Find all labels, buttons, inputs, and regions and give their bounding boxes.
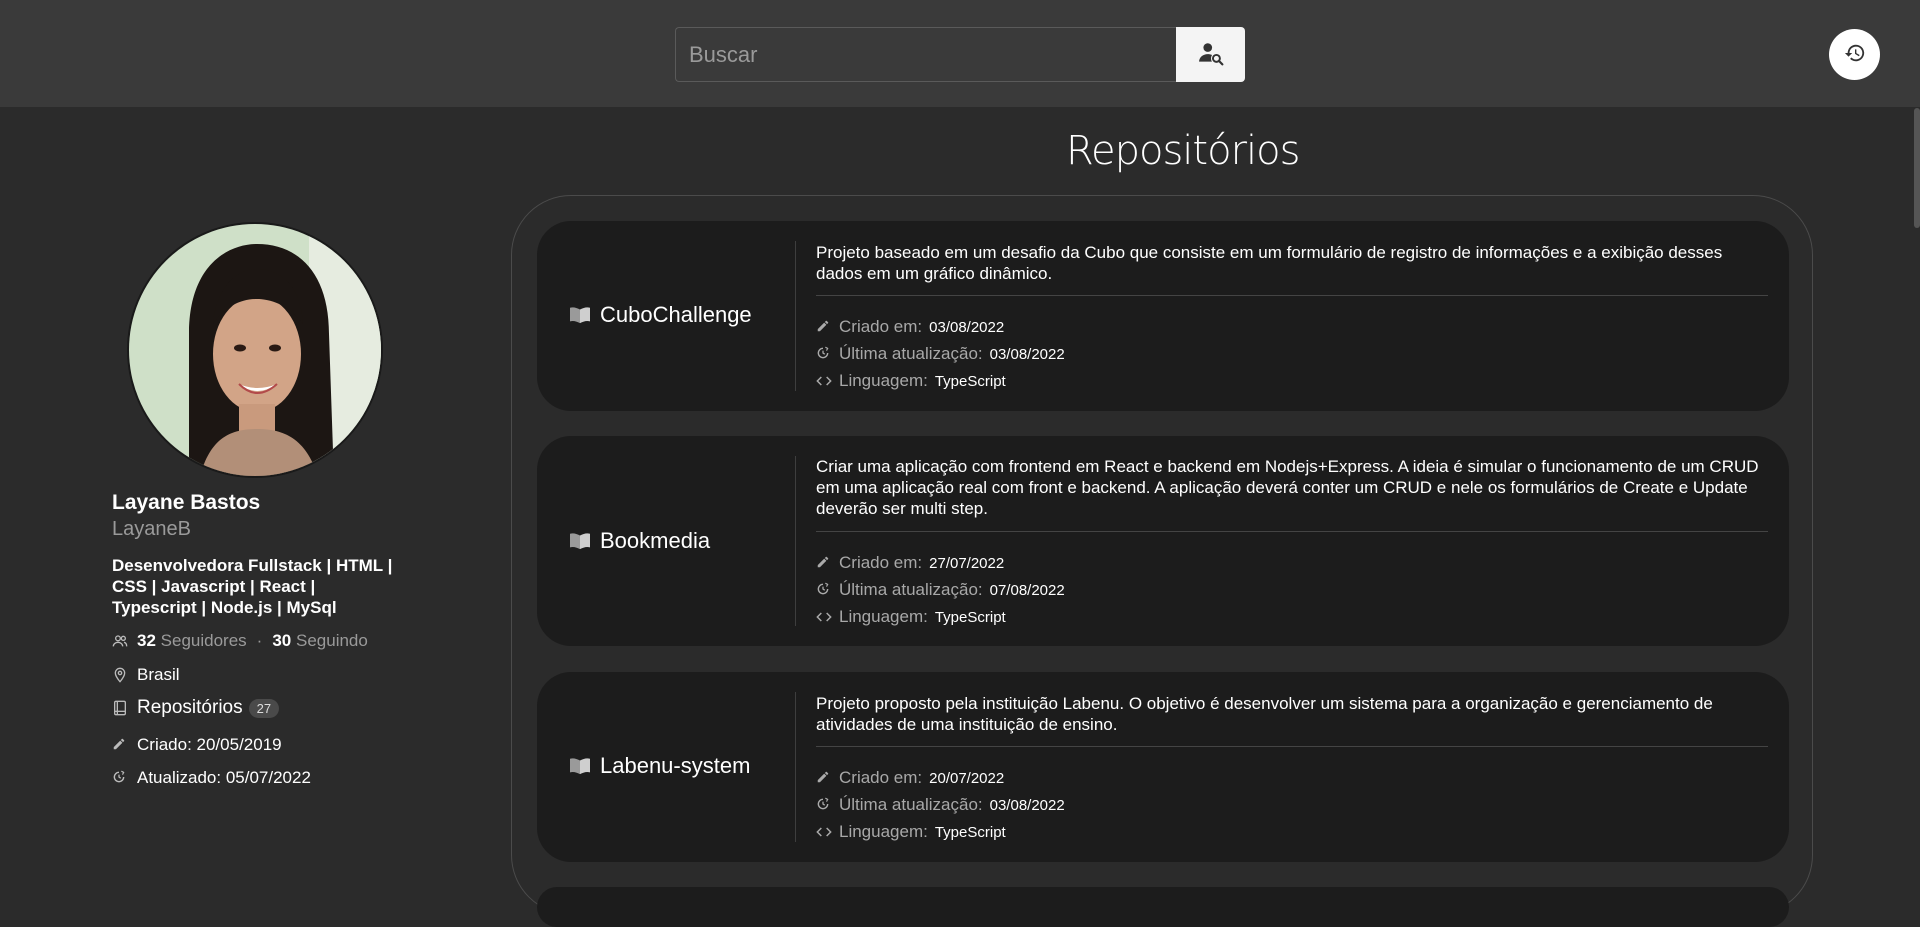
created-row: Criado: 20/05/2019 [112, 735, 282, 755]
refresh-icon [816, 797, 832, 813]
repo-card[interactable]: Bookmedia Criar uma aplicação com fronte… [537, 436, 1789, 646]
book-open-icon [569, 531, 591, 551]
card-separator [816, 746, 1768, 747]
pencil-icon [816, 319, 832, 335]
updated-value: 03/08/2022 [989, 345, 1065, 363]
refresh-icon [816, 346, 832, 362]
created-label: Criado em: [839, 553, 923, 572]
updated-label: Última atualização: [839, 344, 983, 363]
language-label: Linguagem: [839, 371, 928, 390]
refresh-icon [816, 582, 832, 598]
scrollbar[interactable] [1914, 108, 1920, 228]
card-divider [795, 692, 796, 842]
created-text: Criado: 20/05/2019 [137, 735, 282, 754]
pencil-icon [112, 737, 128, 753]
card-separator [816, 531, 1768, 532]
refresh-icon [112, 770, 128, 786]
profile-name: Layane Bastos [112, 491, 261, 514]
followers-row: 32 Seguidores · 30 Seguindo [112, 631, 368, 651]
repo-description: Projeto proposto pela instituição Labenu… [816, 694, 1713, 734]
meta-language: Linguagem: TypeScript [816, 822, 1006, 842]
repo-card[interactable]: CuboChallenge Projeto baseado em um desa… [537, 221, 1789, 411]
meta-created: Criado em: 27/07/2022 [816, 553, 1004, 573]
repo-title[interactable]: Labenu-system [569, 753, 750, 779]
language-label: Linguagem: [839, 822, 928, 841]
card-divider [795, 456, 796, 626]
user-search-icon [1198, 40, 1224, 69]
meta-language: Linguagem: TypeScript [816, 607, 1006, 627]
code-icon [816, 609, 832, 625]
updated-label: Última atualização: [839, 795, 983, 814]
repositories-row[interactable]: Repositórios 27 [112, 697, 280, 719]
language-value: TypeScript [934, 823, 1006, 841]
language-value: TypeScript [934, 372, 1006, 390]
pencil-icon [816, 770, 832, 786]
profile-login: LayaneB [112, 518, 191, 540]
meta-updated: Última atualização: 07/08/2022 [816, 580, 1065, 600]
repo-name: CuboChallenge [600, 302, 752, 327]
following-count: 30 [272, 631, 292, 650]
pencil-icon [816, 555, 832, 571]
repo-description: Projeto baseado em um desafio da Cubo qu… [816, 243, 1723, 283]
book-icon [112, 700, 128, 716]
search-input[interactable] [675, 27, 1176, 82]
repo-card[interactable]: Labenu-system Projeto proposto pela inst… [537, 672, 1789, 862]
repo-name: Bookmedia [600, 528, 711, 553]
card-separator [816, 295, 1768, 296]
language-label: Linguagem: [839, 607, 928, 626]
repo-name: Labenu-system [600, 753, 751, 778]
avatar [127, 222, 383, 478]
book-open-icon [569, 305, 591, 325]
repositories-label: Repositórios [137, 697, 243, 718]
language-value: TypeScript [934, 608, 1006, 626]
updated-row: Atualizado: 05/07/2022 [112, 768, 311, 788]
separator-dot: · [256, 631, 263, 650]
meta-created: Criado em: 20/07/2022 [816, 768, 1004, 788]
repo-title[interactable]: Bookmedia [569, 528, 710, 554]
created-value: 20/07/2022 [929, 769, 1005, 787]
history-button[interactable] [1829, 29, 1880, 80]
updated-label: Última atualização: [839, 580, 983, 599]
location-row: Brasil [112, 665, 180, 685]
created-label: Criado em: [839, 768, 923, 787]
followers-count: 32 [137, 631, 156, 650]
created-value: 27/07/2022 [929, 554, 1005, 572]
updated-value: 03/08/2022 [989, 796, 1065, 814]
code-icon [816, 373, 832, 389]
repositories-count-badge: 27 [248, 698, 280, 718]
location-text: Brasil [137, 665, 180, 684]
location-pin-icon [112, 667, 128, 683]
repo-title[interactable]: CuboChallenge [569, 302, 752, 328]
created-label: Criado em: [839, 317, 923, 336]
card-divider [795, 241, 796, 391]
profile-bio: Desenvolvedora Fullstack | HTML | CSS | … [112, 556, 393, 617]
meta-updated: Última atualização: 03/08/2022 [816, 344, 1065, 364]
repo-description: Criar uma aplicação com frontend em Reac… [816, 457, 1759, 518]
updated-text: Atualizado: 05/07/2022 [137, 768, 311, 787]
updated-value: 07/08/2022 [989, 581, 1065, 599]
search-bar [675, 27, 1245, 82]
code-icon [816, 824, 832, 840]
top-bar [0, 0, 1920, 107]
repo-card-partial[interactable] [537, 887, 1789, 927]
search-button[interactable] [1176, 27, 1245, 82]
meta-updated: Última atualização: 03/08/2022 [816, 795, 1065, 815]
followers-label[interactable]: Seguidores [161, 631, 247, 651]
meta-language: Linguagem: TypeScript [816, 371, 1006, 391]
book-open-icon [569, 756, 591, 776]
history-icon [1844, 42, 1866, 67]
following-label[interactable]: Seguindo [296, 631, 368, 651]
repositories-title: Repositórios [1066, 128, 1300, 174]
created-value: 03/08/2022 [929, 318, 1005, 336]
meta-created: Criado em: 03/08/2022 [816, 317, 1004, 337]
people-icon [112, 633, 128, 649]
